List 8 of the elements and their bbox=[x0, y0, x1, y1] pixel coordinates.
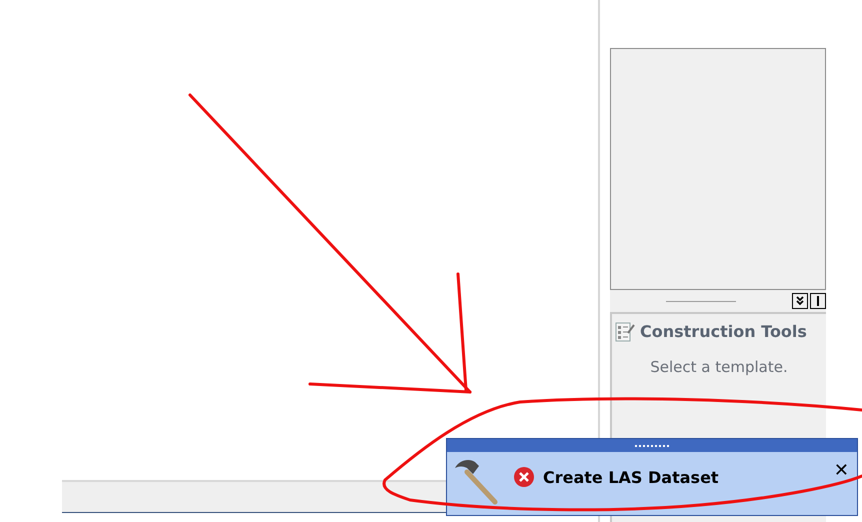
pin-icon[interactable] bbox=[810, 293, 826, 309]
list-icon bbox=[614, 321, 636, 343]
empty-message: Select a template. bbox=[650, 357, 788, 378]
grip-bar[interactable] bbox=[447, 439, 857, 452]
close-button[interactable]: ✕ bbox=[834, 462, 849, 480]
notification-title: Create LAS Dataset bbox=[543, 467, 719, 489]
collapse-icon[interactable] bbox=[792, 293, 808, 309]
panel-title: Construction Tools bbox=[640, 321, 807, 343]
